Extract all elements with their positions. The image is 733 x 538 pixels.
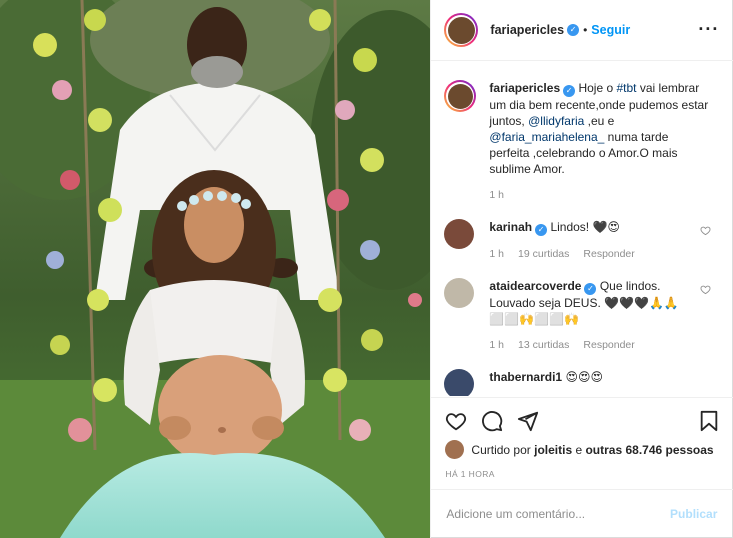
caption-hashtag[interactable]: #tbt bbox=[617, 81, 637, 95]
reply-button[interactable]: Responder bbox=[583, 246, 634, 262]
commenter-username[interactable]: thabernardi1 bbox=[489, 370, 562, 384]
caption-time[interactable]: 1 h bbox=[489, 187, 504, 203]
comment-heart-icon[interactable] bbox=[700, 284, 711, 295]
likes-prefix: Curtido por bbox=[471, 442, 535, 457]
add-comment-bar: Publicar bbox=[431, 489, 733, 538]
verified-icon: ✓ bbox=[567, 24, 580, 36]
header-separator: • bbox=[583, 23, 588, 37]
verified-icon: ✓ bbox=[563, 85, 576, 97]
caption-avatar[interactable] bbox=[444, 80, 477, 112]
bookmark-icon[interactable] bbox=[699, 410, 719, 432]
heart-icon[interactable] bbox=[445, 410, 467, 432]
post-time[interactable]: HÁ 1 HORA bbox=[445, 469, 494, 479]
commenter-avatar[interactable] bbox=[444, 369, 475, 396]
comment-likes[interactable]: 19 curtidas bbox=[518, 246, 569, 262]
post-actions bbox=[431, 397, 733, 439]
commenter-avatar[interactable] bbox=[444, 278, 475, 308]
reply-button[interactable]: Responder bbox=[583, 337, 634, 353]
comment-icon[interactable] bbox=[481, 410, 503, 432]
caption-text-3: ,eu e bbox=[584, 114, 615, 128]
comment-item: thabernardi1 😍😍😍 bbox=[444, 369, 719, 396]
comment-text: 😍😍😍 bbox=[565, 370, 603, 384]
comments-list[interactable]: fariapericles ✓ Hoje o #tbt vai lembrar u… bbox=[431, 62, 733, 396]
comment-item: karinah ✓ Lindos! 🖤😍 1 h 19 curtidas Resp… bbox=[444, 219, 719, 262]
post-caption: fariapericles ✓ Hoje o #tbt vai lembrar u… bbox=[444, 80, 719, 203]
caption-text-1: Hoje o bbox=[578, 81, 617, 95]
liker-username[interactable]: joleitis bbox=[534, 443, 572, 457]
comment-item: ataidearcoverde ✓ Que lindos. Louvado sej… bbox=[444, 278, 719, 353]
commenter-username[interactable]: karinah bbox=[489, 220, 532, 234]
verified-icon: ✓ bbox=[584, 283, 597, 295]
comment-likes[interactable]: 13 curtidas bbox=[518, 337, 569, 353]
liker-avatar[interactable] bbox=[445, 440, 465, 459]
comment-time[interactable]: 1 h bbox=[489, 246, 504, 262]
follow-button[interactable]: Seguir bbox=[591, 23, 630, 37]
photo-illustration bbox=[0, 0, 431, 538]
post-header: fariapericles ✓ • Seguir ··· bbox=[431, 0, 733, 61]
commenter-username[interactable]: ataidearcoverde bbox=[489, 279, 581, 293]
comment-time[interactable]: 1 h bbox=[489, 337, 504, 353]
likes-middle: e bbox=[572, 442, 586, 457]
author-avatar[interactable] bbox=[444, 13, 479, 47]
comment-text: Lindos! 🖤😍 bbox=[550, 220, 620, 234]
author-username[interactable]: fariapericles bbox=[490, 23, 564, 37]
post-side-panel: fariapericles ✓ • Seguir ··· fariapericl… bbox=[430, 0, 733, 538]
share-icon[interactable] bbox=[517, 410, 539, 432]
comment-heart-icon[interactable] bbox=[700, 225, 711, 236]
likes-others[interactable]: outras 68.746 pessoas bbox=[585, 443, 713, 457]
verified-icon: ✓ bbox=[535, 224, 548, 236]
instagram-post: fariapericles ✓ • Seguir ··· fariapericl… bbox=[0, 0, 733, 538]
more-options-icon[interactable]: ··· bbox=[698, 20, 719, 38]
publish-button[interactable]: Publicar bbox=[670, 507, 717, 521]
caption-username[interactable]: fariapericles bbox=[489, 81, 560, 95]
commenter-avatar[interactable] bbox=[444, 219, 475, 249]
caption-mention-2[interactable]: @faria_mariahelena_ bbox=[489, 130, 604, 144]
post-photo[interactable] bbox=[0, 0, 431, 538]
comment-input[interactable] bbox=[446, 507, 671, 521]
likes-summary: Curtido por joleitis e outras 68.746 pes… bbox=[445, 440, 725, 459]
caption-mention-1[interactable]: @llidyfaria bbox=[528, 114, 584, 128]
